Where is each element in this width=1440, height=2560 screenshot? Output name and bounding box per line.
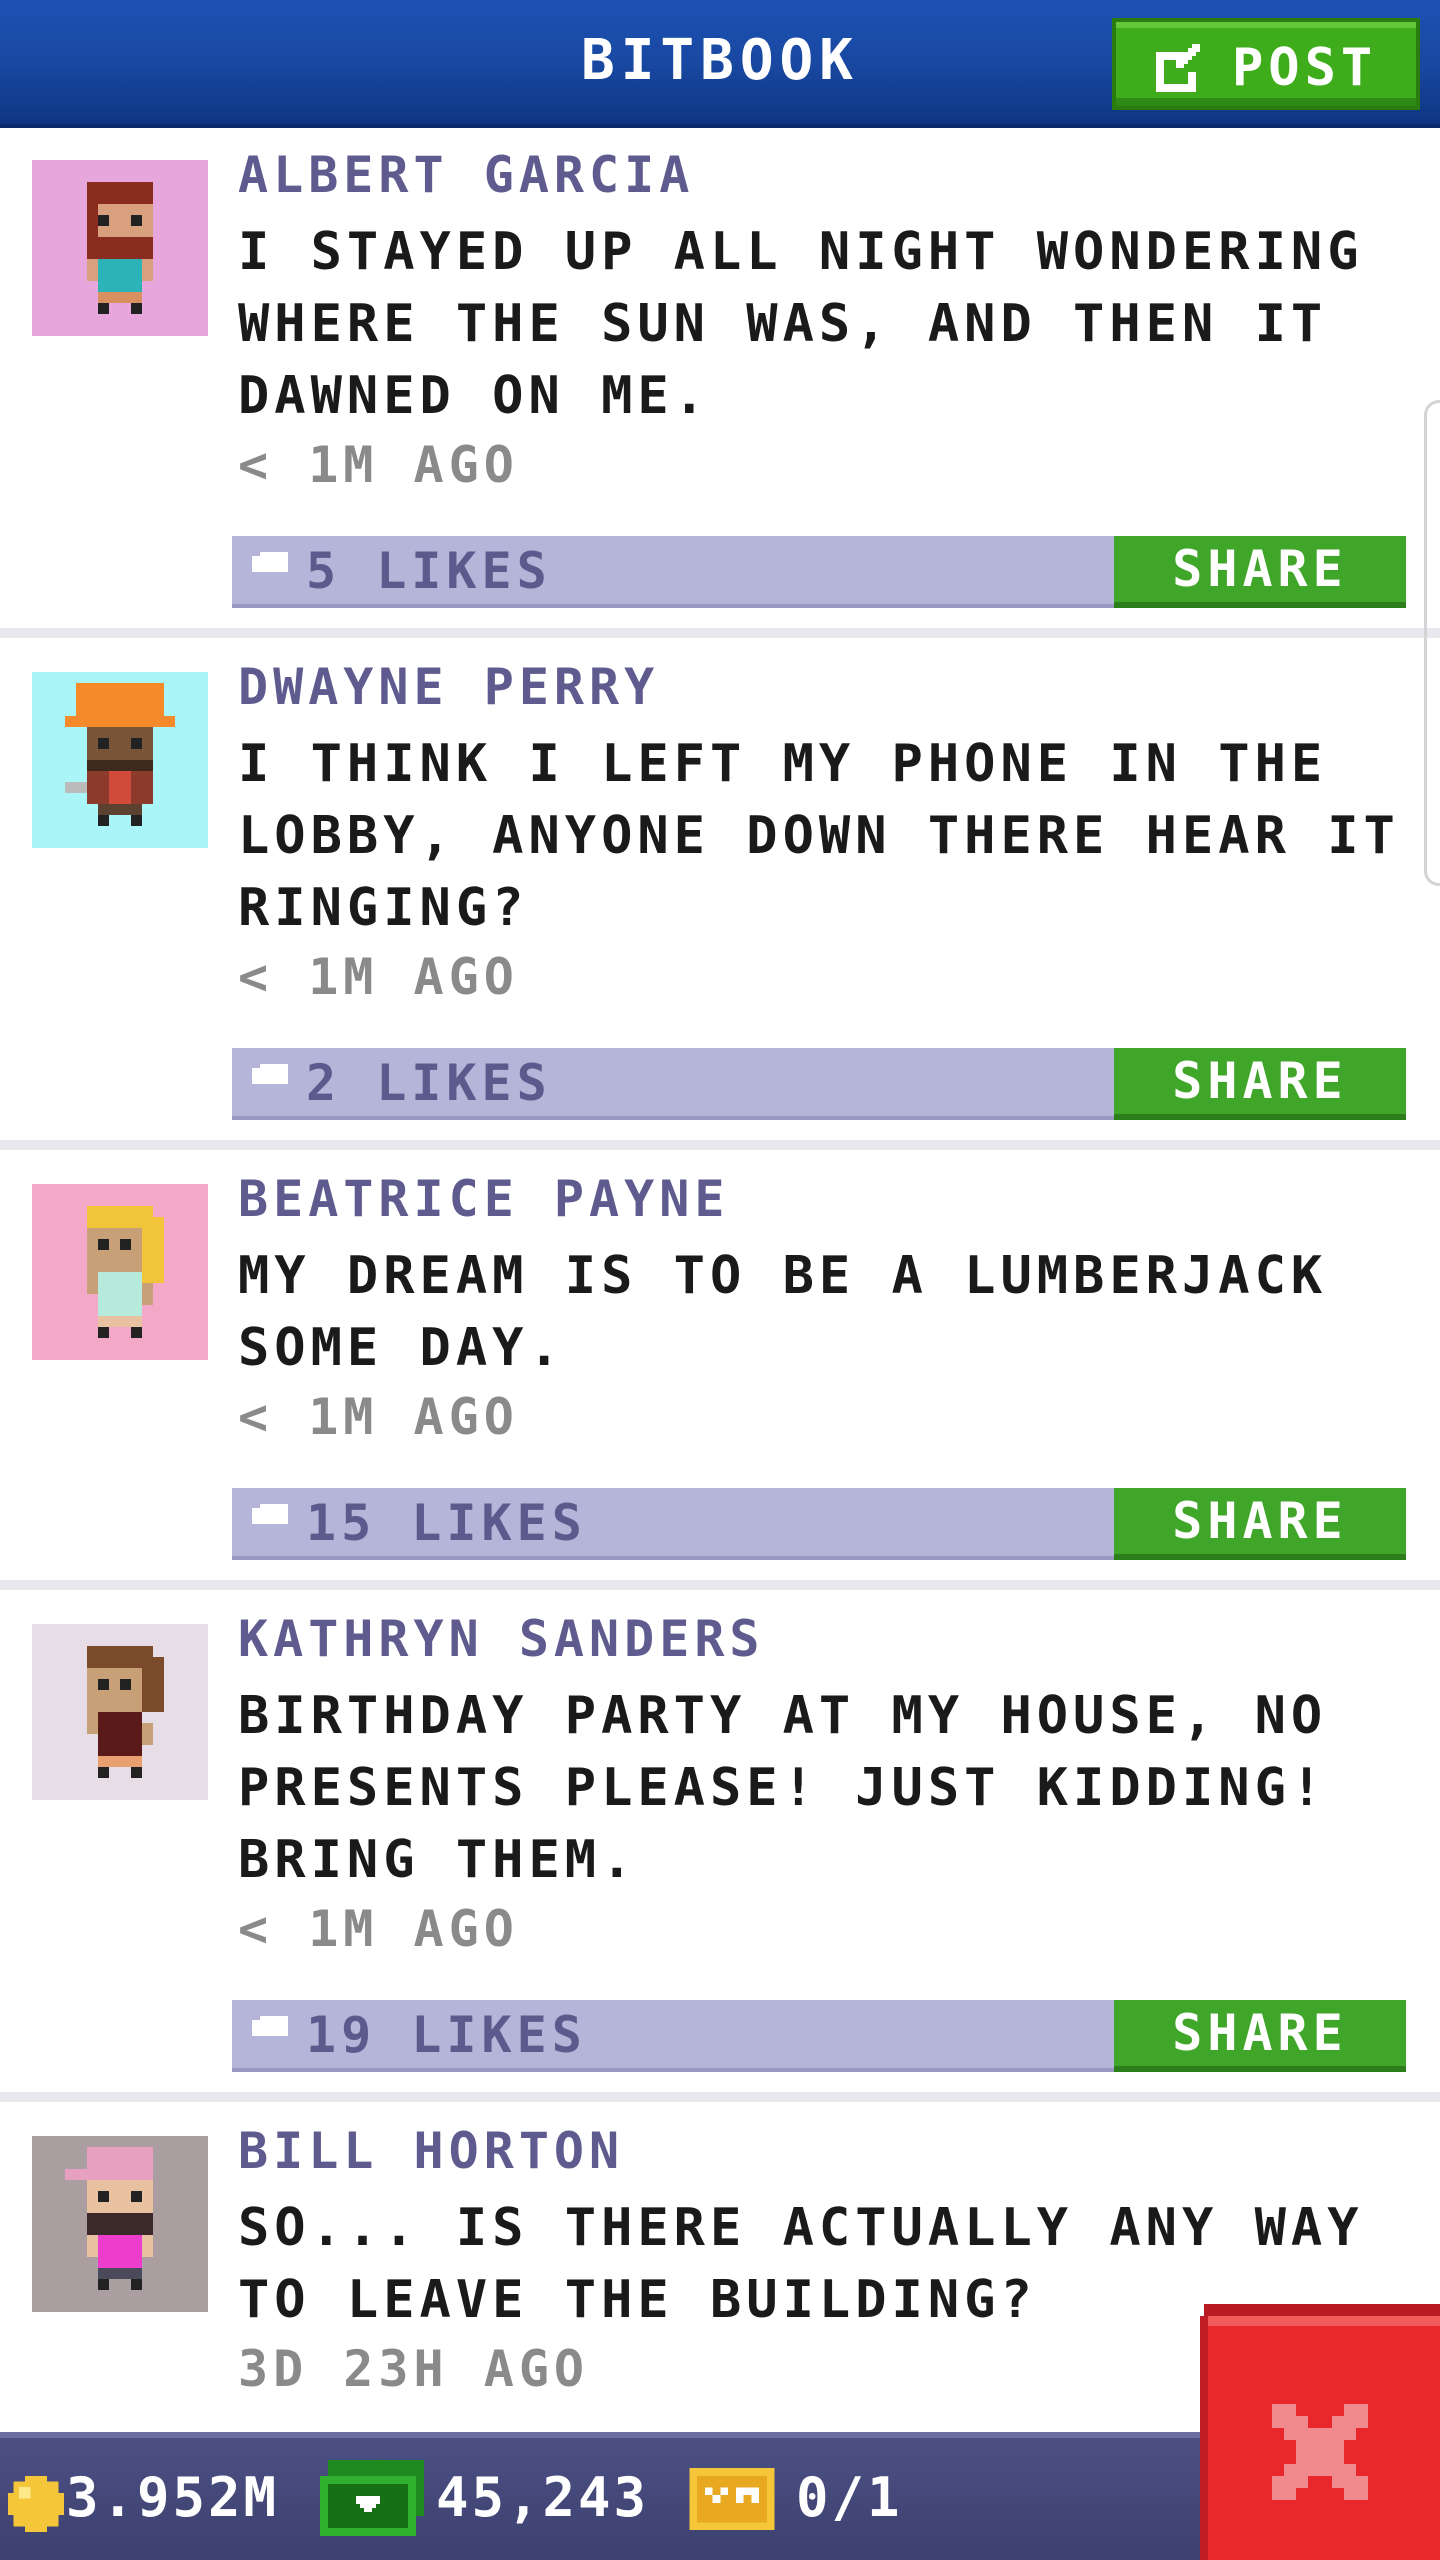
tickets-value: 0/1 xyxy=(796,2466,903,2529)
post-author[interactable]: KATHRYN SANDERS xyxy=(238,1610,765,1668)
share-button[interactable]: SHARE xyxy=(1114,1488,1406,1560)
thumbs-up-icon[interactable] xyxy=(252,1472,292,1544)
cap-man-avatar-icon xyxy=(65,2147,153,2290)
coin-icon xyxy=(8,2476,64,2532)
bitbook-screen: BITBOOK POST ALBERT GARCIA I STAYED UP A… xyxy=(0,0,1440,2560)
post-author[interactable]: DWAYNE PERRY xyxy=(238,658,659,716)
post-timestamp: < 1M AGO xyxy=(238,436,519,494)
header-bar: BITBOOK POST xyxy=(0,0,1440,128)
post-author[interactable]: BILL HORTON xyxy=(238,2122,624,2180)
share-button[interactable]: SHARE xyxy=(1114,1048,1406,1120)
post-timestamp: < 1M AGO xyxy=(238,948,519,1006)
divider xyxy=(0,2092,1440,2102)
close-icon xyxy=(1200,2304,1440,2560)
post-timestamp: < 1M AGO xyxy=(238,1900,519,1958)
feed-post: ALBERT GARCIA I STAYED UP ALL NIGHT WOND… xyxy=(0,128,1440,634)
blonde-woman-avatar-icon xyxy=(87,1206,164,1338)
likes-bar: 19 LIKES SHARE xyxy=(232,1984,1406,2072)
post-text: I THINK I LEFT MY PHONE IN THE LOBBY, AN… xyxy=(238,734,1400,938)
likes-count: 15 LIKES xyxy=(306,1494,587,1552)
close-button[interactable] xyxy=(1200,2304,1440,2560)
avatar xyxy=(32,1184,208,1360)
bearded-man-avatar-icon xyxy=(87,182,153,314)
likes-bar: 2 LIKES SHARE xyxy=(232,1032,1406,1120)
post-timestamp: < 1M AGO xyxy=(238,1388,519,1446)
feed-post: KATHRYN SANDERS BIRTHDAY PARTY AT MY HOU… xyxy=(0,1592,1440,2098)
feed-post: DWAYNE PERRY I THINK I LEFT MY PHONE IN … xyxy=(0,640,1440,1146)
post-text: MY DREAM IS TO BE A LUMBERJACK SOME DAY. xyxy=(238,1246,1328,1378)
thumbs-up-icon[interactable] xyxy=(252,520,292,592)
likes-count: 19 LIKES xyxy=(306,2006,587,2064)
avatar xyxy=(32,160,208,336)
likes-count: 5 LIKES xyxy=(306,542,552,600)
brown-hair-woman-avatar-icon xyxy=(87,1646,164,1778)
avatar xyxy=(32,1624,208,1800)
divider xyxy=(0,628,1440,638)
avatar xyxy=(32,672,208,848)
post-text: BIRTHDAY PARTY AT MY HOUSE, NO PRESENTS … xyxy=(238,1686,1328,1890)
bux-icon xyxy=(320,2460,424,2536)
divider xyxy=(0,1580,1440,1590)
post-button-label: POST xyxy=(1232,38,1378,98)
coins-value: 3.952M xyxy=(66,2466,280,2529)
post-timestamp: 3D 23H AGO xyxy=(238,2340,590,2398)
edit-icon xyxy=(1156,44,1200,92)
thumbs-up-icon[interactable] xyxy=(252,1032,292,1104)
thumbs-up-icon[interactable] xyxy=(252,1984,292,2056)
share-button[interactable]: SHARE xyxy=(1114,2000,1406,2072)
feed-post: BEATRICE PAYNE MY DREAM IS TO BE A LUMBE… xyxy=(0,1152,1440,1586)
vip-ticket-icon xyxy=(689,2468,775,2530)
likes-bar: 5 LIKES SHARE xyxy=(232,520,1406,608)
post-text: I STAYED UP ALL NIGHT WONDERING WHERE TH… xyxy=(238,222,1364,426)
post-button[interactable]: POST xyxy=(1112,18,1420,110)
avatar xyxy=(32,2136,208,2312)
share-button[interactable]: SHARE xyxy=(1114,536,1406,608)
divider xyxy=(0,1140,1440,1150)
construction-worker-avatar-icon xyxy=(65,683,175,826)
scrollbar[interactable] xyxy=(1424,400,1440,886)
post-author[interactable]: ALBERT GARCIA xyxy=(238,146,694,204)
likes-bar: 15 LIKES SHARE xyxy=(232,1472,1406,1560)
post-author[interactable]: BEATRICE PAYNE xyxy=(238,1170,729,1228)
bux-value: 45,243 xyxy=(436,2466,650,2529)
likes-count: 2 LIKES xyxy=(306,1054,552,1112)
